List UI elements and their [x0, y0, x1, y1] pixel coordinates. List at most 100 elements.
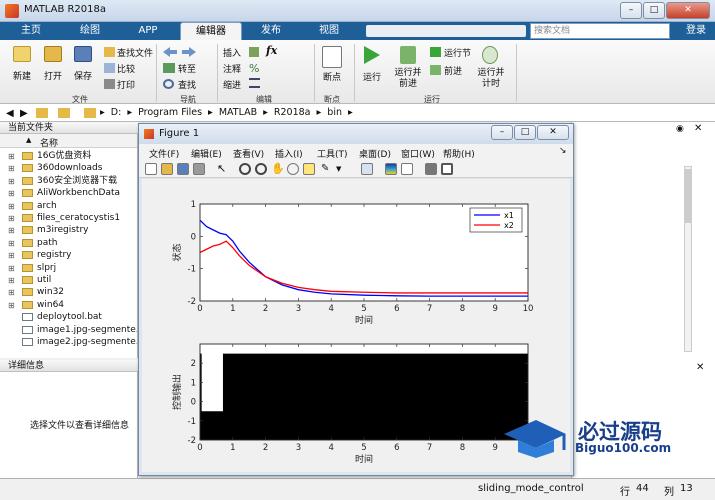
close-button[interactable]: ✕: [666, 2, 710, 19]
figure-title-bar[interactable]: Figure 1 – □ ✕: [139, 124, 573, 144]
folder-row[interactable]: ⊞ arch: [0, 200, 137, 213]
vertical-scrollbar[interactable]: [684, 166, 692, 352]
open-button[interactable]: 打开: [38, 69, 68, 82]
up-folder-icon[interactable]: [36, 108, 48, 118]
breadcrumb-r2018a[interactable]: R2018a: [274, 107, 311, 118]
print-button[interactable]: 打印: [117, 78, 135, 91]
breadcrumb-drive[interactable]: D:: [111, 107, 122, 118]
expand-icon[interactable]: ⊞: [8, 176, 15, 188]
save-button[interactable]: 保存: [68, 69, 98, 82]
run-advance-button[interactable]: 运行并前进: [392, 68, 424, 90]
run-section-button[interactable]: 运行节: [444, 46, 471, 59]
panel-close-icon[interactable]: ✕: [696, 362, 704, 373]
folder-row[interactable]: ⊞ registry: [0, 249, 137, 262]
folder-row[interactable]: ⊞ m3iregistry: [0, 224, 137, 237]
rotate-3d-icon[interactable]: [287, 163, 299, 175]
breadcrumb-program-files[interactable]: Program Files: [138, 107, 202, 118]
expand-icon[interactable]: ⊞: [8, 263, 15, 275]
menu-help[interactable]: 帮助(H): [443, 147, 475, 160]
hide-tools-icon[interactable]: [425, 163, 437, 175]
panel-menu-icon[interactable]: ◉: [676, 124, 684, 134]
tab-view[interactable]: 视图: [302, 22, 356, 40]
figure-close-button[interactable]: ✕: [537, 125, 569, 140]
find-files-button[interactable]: 查找文件: [117, 46, 153, 59]
folder-row[interactable]: ⊞ slprj: [0, 262, 137, 275]
goto-button[interactable]: 转至: [178, 62, 196, 75]
expand-icon[interactable]: ⊞: [8, 287, 15, 299]
menu-desktop[interactable]: 桌面(D): [359, 147, 391, 160]
indent-button[interactable]: 缩进: [223, 78, 241, 91]
folder-row[interactable]: ⊞ 16G优盘资料: [0, 150, 137, 163]
column-header[interactable]: ▲ 名称: [0, 134, 137, 149]
tab-home[interactable]: 主页: [6, 22, 56, 40]
select-pointer-icon[interactable]: ↖: [217, 163, 229, 175]
folder-row[interactable]: ⊞ 360安全浏览器下载: [0, 175, 137, 188]
insert-cell-icon[interactable]: [249, 47, 259, 57]
menu-insert[interactable]: 插入(I): [275, 147, 303, 160]
maximize-button[interactable]: □: [643, 2, 665, 19]
folder-row[interactable]: ⊞ files_ceratocystis1: [0, 212, 137, 225]
login-button[interactable]: 登录: [680, 22, 712, 40]
menu-file[interactable]: 文件(F): [149, 147, 179, 160]
comment-percent-icon[interactable]: %: [249, 62, 259, 75]
figure-maximize-button[interactable]: □: [514, 125, 536, 140]
browse-folder-icon[interactable]: [58, 108, 70, 118]
find-button[interactable]: 查找: [178, 78, 196, 91]
insert-button[interactable]: 插入: [223, 46, 241, 59]
breadcrumb-matlab[interactable]: MATLAB: [219, 107, 257, 118]
menu-window[interactable]: 窗口(W): [401, 147, 435, 160]
expand-icon[interactable]: ⊞: [8, 225, 15, 237]
panel-close-icon[interactable]: ✕: [694, 123, 702, 134]
minimize-button[interactable]: –: [620, 2, 642, 19]
print-figure-icon[interactable]: [193, 163, 205, 175]
expand-icon[interactable]: ⊞: [8, 250, 15, 262]
brush-icon[interactable]: ✎: [321, 163, 333, 175]
expand-icon[interactable]: ⊞: [8, 213, 15, 225]
comment-button[interactable]: 注释: [223, 62, 241, 75]
data-cursor-icon[interactable]: [303, 163, 315, 175]
run-time-button[interactable]: 运行并计时: [474, 68, 508, 90]
indent-icon[interactable]: [249, 78, 260, 88]
tab-apps[interactable]: APP: [122, 22, 174, 40]
save-figure-icon[interactable]: [177, 163, 189, 175]
back-icon[interactable]: [163, 47, 177, 57]
expand-icon[interactable]: ⊞: [8, 201, 15, 213]
search-input[interactable]: 搜索文档: [530, 23, 670, 39]
new-button[interactable]: 新建: [6, 69, 38, 82]
breadcrumb-bin[interactable]: bin: [327, 107, 342, 118]
folder-row[interactable]: ⊞ path: [0, 237, 137, 250]
open-file-icon[interactable]: [161, 163, 173, 175]
file-row[interactable]: image1.jpg-segmente...: [0, 324, 137, 336]
legend-icon[interactable]: [401, 163, 413, 175]
expand-icon[interactable]: ⊞: [8, 238, 15, 250]
folder-row[interactable]: ⊞ AliWorkbenchData: [0, 187, 137, 200]
file-row[interactable]: deploytool.bat: [0, 311, 137, 323]
run-button[interactable]: 运行: [356, 70, 388, 83]
brush-dropdown-icon[interactable]: ▼: [336, 165, 341, 173]
breakpoints-button[interactable]: 断点: [316, 70, 348, 83]
zoom-out-icon[interactable]: [255, 163, 267, 175]
tab-editor[interactable]: 编辑器: [180, 22, 242, 40]
link-plot-icon[interactable]: [361, 163, 373, 175]
pan-hand-icon[interactable]: ✋: [271, 163, 285, 175]
insert-fx-button[interactable]: fx: [266, 44, 277, 57]
tab-publish[interactable]: 发布: [244, 22, 298, 40]
folder-row[interactable]: ⊞ util: [0, 274, 137, 286]
compare-button[interactable]: 比较: [117, 62, 135, 75]
scrollbar-thumb[interactable]: [685, 169, 691, 223]
show-tools-icon[interactable]: [441, 163, 453, 175]
new-figure-icon[interactable]: [145, 163, 157, 175]
figure-minimize-button[interactable]: –: [491, 125, 513, 140]
forward-icon[interactable]: [182, 47, 196, 57]
expand-icon[interactable]: ⊞: [8, 188, 15, 200]
zoom-in-icon[interactable]: [239, 163, 251, 175]
colorbar-icon[interactable]: [385, 163, 397, 175]
expand-icon[interactable]: ⊞: [8, 300, 15, 312]
forward-nav-icon[interactable]: ▶: [20, 108, 28, 119]
expand-icon[interactable]: ⊞: [8, 151, 15, 163]
menu-view[interactable]: 查看(V): [233, 147, 264, 160]
menu-edit[interactable]: 编辑(E): [191, 147, 222, 160]
advance-button[interactable]: 前进: [444, 64, 462, 77]
expand-icon[interactable]: ⊞: [8, 163, 15, 175]
menu-dock-icon[interactable]: ↘: [559, 146, 567, 156]
